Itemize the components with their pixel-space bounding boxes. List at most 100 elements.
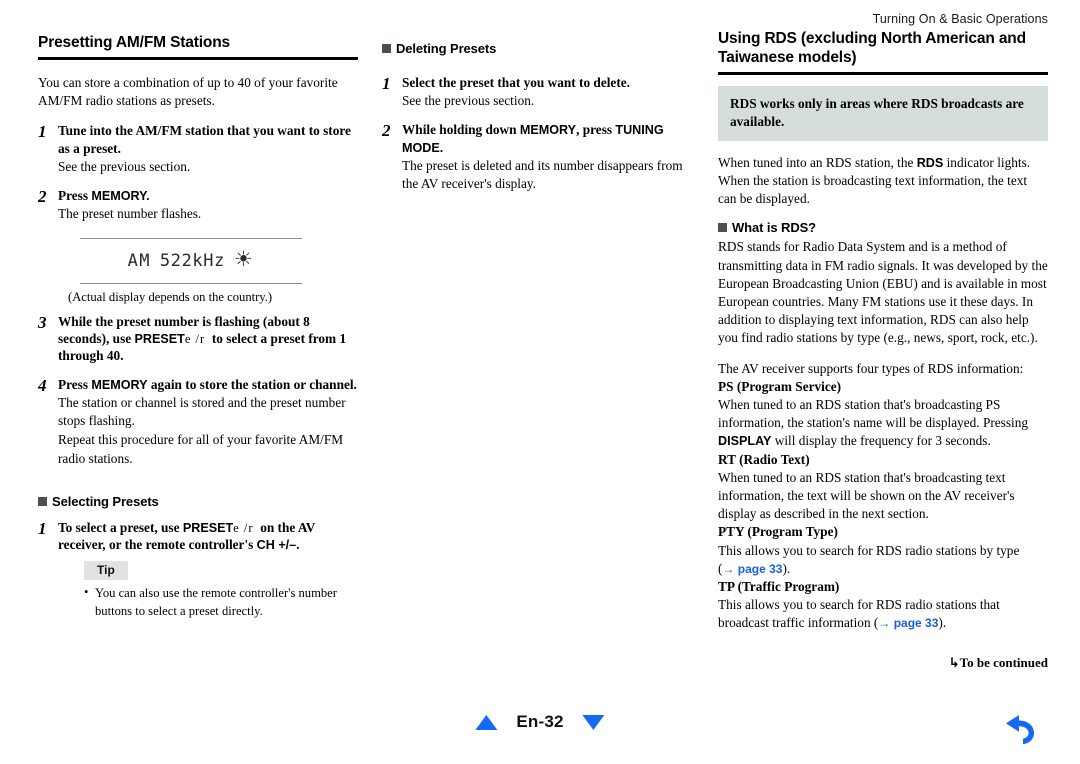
column-middle: Deleting Presets 1 Select the preset tha… (382, 34, 698, 205)
lcd-band-text: AM (127, 250, 151, 271)
triangle-up-icon[interactable] (475, 714, 498, 730)
step-title: To select a preset, use PRESETe /r on th… (58, 519, 358, 554)
delete-step-1: 1 Select the preset that you want to del… (382, 74, 698, 110)
step-number: 1 (382, 74, 391, 93)
step-title: Press MEMORY. (58, 187, 358, 204)
section-heading-deleting-presets: Deleting Presets (382, 41, 698, 56)
delete-step-2: 2 While holding down MEMORY, press TUNIN… (382, 121, 698, 193)
rds-intro-paragraph: When tuned into an RDS station, the RDS … (718, 154, 1048, 209)
rds-availability-callout: RDS works only in areas where RDS broadc… (718, 85, 1048, 141)
square-bullet-icon (38, 496, 47, 506)
rds-term-pty: PTY (Program Type) (718, 524, 838, 540)
button-label-preset: PRESET (182, 520, 234, 535)
intro-paragraph: You can store a combination of up to 40 … (38, 74, 338, 109)
rds-term-ps-body: When tuned to an RDS station that's broa… (718, 396, 1048, 451)
section-heading-label: Selecting Presets (52, 493, 159, 509)
step-number: 1 (38, 122, 47, 142)
section-heading-label: What is RDS? (732, 220, 817, 236)
tip-list-item: You can also use the remote controller's… (84, 584, 358, 619)
step-title-text: Press (58, 188, 92, 204)
rds-term-tp-body: This allows you to search for RDS radio … (718, 596, 1048, 632)
tip-badge: Tip (84, 561, 128, 581)
figure-caption: (Actual display depends on the country.) (68, 289, 273, 304)
manual-page: Turning On & Basic Operations Presetting… (0, 0, 1080, 764)
step-number: 2 (382, 121, 391, 141)
lcd-screen: AM 522kHz ☀ (80, 239, 302, 283)
ps-body-part1: When tuned to an RDS station that's broa… (718, 396, 1029, 431)
step-number: 4 (38, 375, 47, 395)
section-heading-selecting-presets: Selecting Presets (38, 494, 358, 509)
button-label-display: DISPLAY (718, 434, 772, 449)
to-be-continued-label: To be continued (959, 654, 1048, 670)
step-text-part2: again to store the station or channel. (147, 376, 357, 392)
step-detail: The preset number flashes. (58, 206, 202, 222)
to-be-continued: ↳To be continued (718, 655, 1048, 671)
button-label-memory: MEMORY (91, 377, 148, 392)
title-rule (38, 56, 358, 60)
preset-arrows-icon: e /r (233, 520, 254, 535)
triangle-down-icon[interactable] (582, 714, 605, 730)
section-heading-what-is-rds: What is RDS? (718, 220, 1048, 235)
running-header: Turning On & Basic Operations (872, 12, 1048, 26)
page-number-label: En-32 (516, 712, 564, 731)
tp-body-part2: ). (938, 615, 947, 631)
step-number: 1 (38, 518, 47, 538)
section-title-rds: Using RDS (excluding North American and … (718, 30, 1026, 66)
figure-rule-bottom (80, 282, 302, 284)
button-label-ch: CH +/– (256, 538, 297, 553)
step-text-part1: While holding down (402, 122, 520, 138)
hook-arrow-icon: ↳ (948, 655, 960, 671)
step-text-part1: To select a preset, use (58, 519, 183, 535)
rds-term-ps: PS (Program Service) (718, 378, 842, 394)
ps-body-part2: will display the frequency for 3 seconds… (771, 433, 991, 449)
back-button[interactable] (997, 708, 1045, 750)
step-detail: See the previous section. (58, 158, 191, 174)
step-text-part1: Press (58, 376, 92, 392)
step-title: Tune into the AM/FM station that you wan… (58, 123, 351, 156)
tp-body-part1: This allows you to search for RDS radio … (718, 597, 1000, 631)
indicator-label-rds: RDS (916, 155, 944, 170)
button-label-memory: MEMORY. (91, 189, 150, 204)
page-navigation: En-32 (475, 712, 605, 732)
column-left: Presetting AM/FM Stations You can store … (38, 34, 358, 631)
preset-arrows-icon: e /r (184, 331, 206, 346)
step-text-part2: , press (576, 122, 616, 138)
rds-term-pty-body: This allows you to search for RDS radio … (718, 542, 1048, 578)
button-label-preset: PRESET (134, 331, 185, 346)
step-title: Select the preset that you want to delet… (402, 75, 630, 90)
column-right: Using RDS (excluding North American and … (718, 30, 1048, 671)
step-detail: The preset is deleted and its number dis… (402, 158, 683, 192)
step-number: 2 (38, 187, 47, 207)
page-reference-link[interactable]: → page 33 (722, 562, 782, 576)
rds-types-intro: The AV receiver supports four types of R… (718, 360, 1024, 376)
step-text-part3: . (296, 537, 300, 553)
flashing-sun-icon: ☀ (233, 247, 255, 272)
page-reference-link[interactable]: → page 33 (878, 616, 938, 630)
pty-body-part2: ). (782, 560, 791, 576)
what-is-rds-body: RDS stands for Radio Data System and is … (718, 239, 1048, 346)
page-title: Presetting AM/FM Stations (38, 34, 231, 51)
step-4: 4 Press MEMORY again to store the statio… (38, 376, 358, 468)
tip-box: Tip You can also use the remote controll… (84, 561, 358, 619)
page-footer: En-32 (0, 708, 1080, 748)
back-undo-arrow-icon (1006, 715, 1034, 745)
square-bullet-icon (718, 223, 727, 233)
section-heading-label: Deleting Presets (396, 41, 497, 56)
step-detail-1: The station or channel is stored and the… (58, 394, 346, 429)
step-3: 3 While the preset number is flashing (a… (38, 313, 358, 365)
step-title: Press MEMORY again to store the station … (58, 376, 358, 393)
step-detail-2: Repeat this procedure for all of your fa… (58, 432, 344, 466)
selecting-step-1: 1 To select a preset, use PRESETe /r on … (38, 519, 358, 620)
rds-intro-part1: When tuned into an RDS station, the (718, 154, 917, 170)
step-1: 1 Tune into the AM/FM station that you w… (38, 122, 358, 176)
square-bullet-icon (382, 44, 391, 53)
step-detail: See the previous section. (402, 93, 535, 109)
button-label-memory: MEMORY (519, 123, 577, 138)
lcd-frequency-text: 522kHz (159, 250, 225, 271)
rds-term-rt: RT (Radio Text) (718, 451, 810, 467)
lcd-display-figure: AM 522kHz ☀ (Actual display depends on t… (38, 237, 358, 305)
step-title: While the preset number is flashing (abo… (58, 313, 358, 365)
section-title-rule (718, 71, 1048, 75)
step-number: 3 (38, 312, 47, 332)
step-title: While holding down MEMORY, press TUNING … (402, 121, 698, 156)
